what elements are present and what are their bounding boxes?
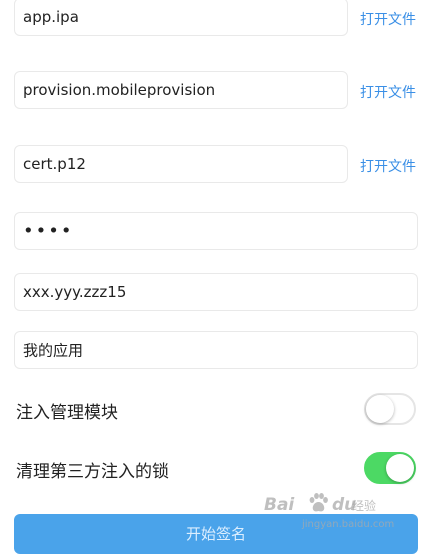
bundle-id-field[interactable]: xxx.yyy.zzz15	[14, 273, 418, 311]
password-value: ••••	[23, 220, 74, 242]
app-name-value: 我的应用	[23, 341, 84, 360]
open-cert-button[interactable]: 打开文件	[360, 156, 416, 176]
open-ipa-button[interactable]: 打开文件	[360, 9, 416, 29]
inject-module-toggle[interactable]	[364, 393, 416, 425]
bundle-id-value: xxx.yyy.zzz15	[23, 283, 127, 301]
paw-icon	[309, 493, 328, 512]
app-name-field[interactable]: 我的应用	[14, 331, 418, 369]
provision-file-field[interactable]: provision.mobileprovision	[14, 71, 348, 109]
toggle-knob	[366, 395, 394, 423]
ipa-file-field[interactable]: app.ipa	[14, 0, 348, 36]
ipa-file-value: app.ipa	[23, 8, 79, 26]
clear-lock-toggle[interactable]	[364, 452, 416, 484]
inject-module-label: 注入管理模块	[16, 403, 118, 423]
cert-file-value: cert.p12	[23, 155, 86, 173]
watermark-url: jingyan.baidu.com	[302, 519, 395, 530]
provision-file-value: provision.mobileprovision	[23, 81, 216, 99]
clear-lock-label: 清理第三方注入的锁	[16, 462, 169, 482]
baidu-watermark: Bai du 经验 jingyan.baidu.com	[264, 493, 414, 535]
cert-file-field[interactable]: cert.p12	[14, 145, 348, 183]
watermark-brand: Bai	[264, 495, 295, 515]
password-field[interactable]: ••••	[14, 212, 418, 250]
open-provision-button[interactable]: 打开文件	[360, 82, 416, 102]
watermark-sub: 经验	[352, 499, 377, 513]
toggle-knob	[386, 454, 414, 482]
